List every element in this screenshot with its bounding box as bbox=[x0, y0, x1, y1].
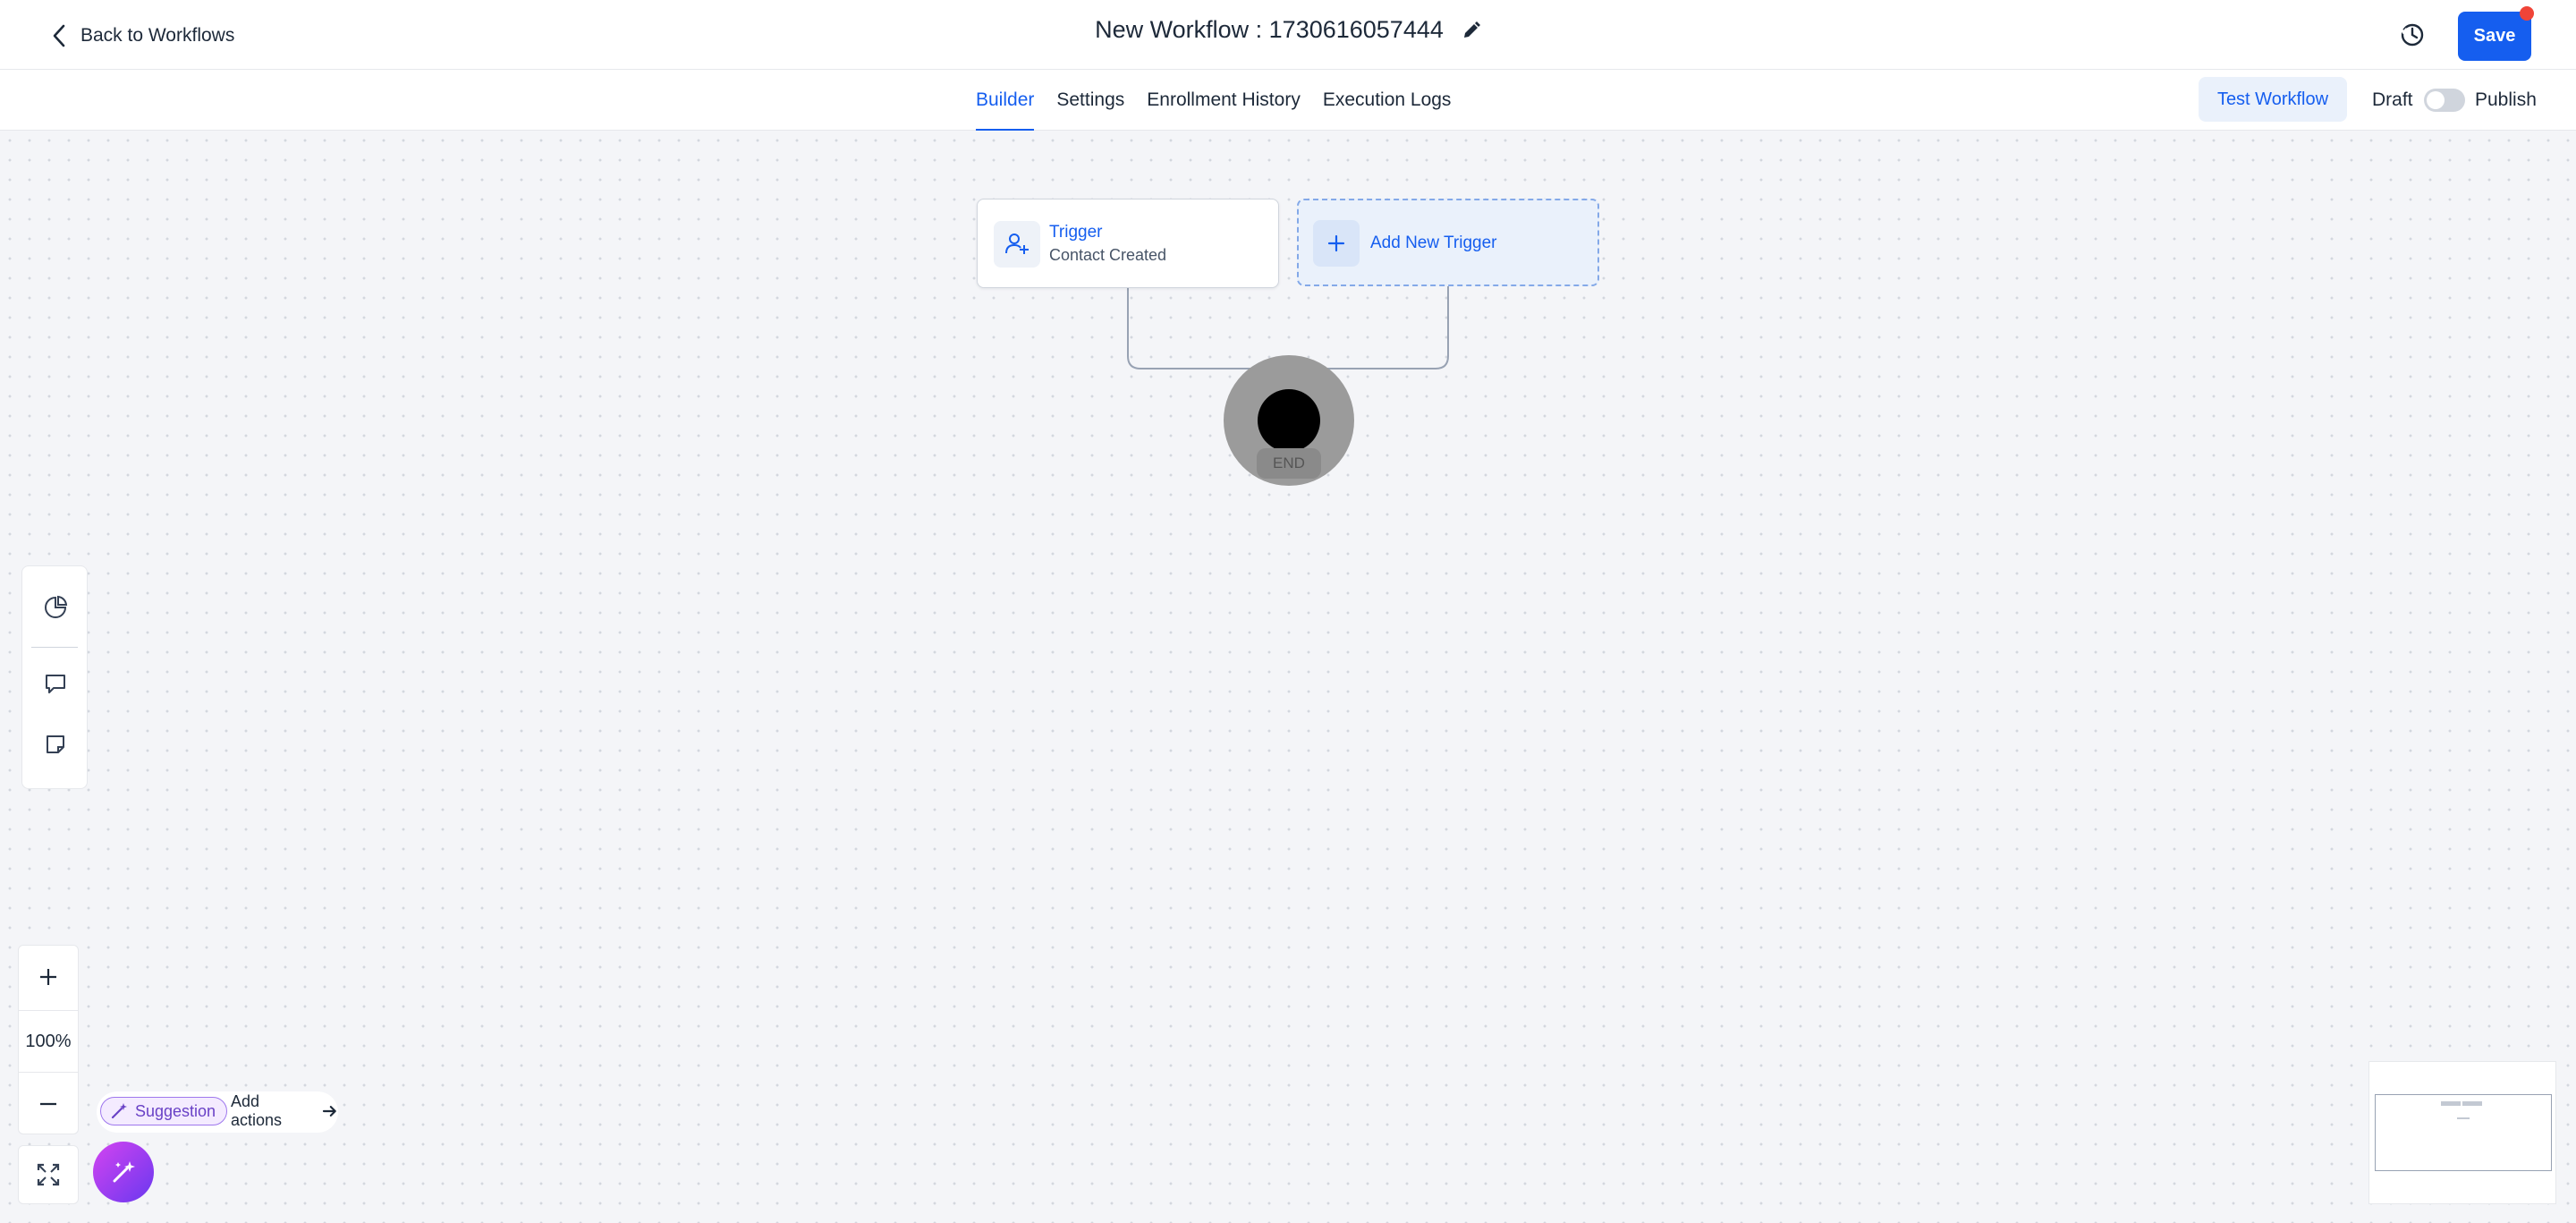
tab-enrollment-history[interactable]: Enrollment History bbox=[1147, 70, 1323, 131]
suggestion-bar: Suggestion Add actions bbox=[97, 1091, 338, 1133]
magic-wand-icon bbox=[113, 1161, 135, 1183]
zoom-level: 100% bbox=[19, 1010, 78, 1073]
suggestion-badge[interactable]: Suggestion bbox=[100, 1097, 228, 1125]
test-workflow-button[interactable]: Test Workflow bbox=[2199, 77, 2347, 122]
tool-divider bbox=[31, 647, 78, 648]
arrow-right-icon bbox=[323, 1106, 337, 1117]
comment-icon[interactable] bbox=[43, 671, 68, 696]
ai-assistant-button[interactable] bbox=[93, 1142, 154, 1202]
minimap-node bbox=[2441, 1101, 2461, 1106]
tab-builder[interactable]: Builder bbox=[976, 70, 1056, 132]
suggestion-label: Suggestion bbox=[135, 1101, 216, 1120]
user-plus-icon bbox=[1005, 234, 1029, 254]
tab-settings[interactable]: Settings bbox=[1056, 70, 1147, 131]
zoom-controls: 100% bbox=[18, 945, 79, 1134]
publish-toggle[interactable] bbox=[2424, 89, 2465, 112]
plus-icon bbox=[1327, 234, 1345, 252]
end-label: END bbox=[1257, 448, 1321, 479]
magic-wand-icon bbox=[111, 1103, 127, 1119]
draft-label: Draft bbox=[2372, 89, 2413, 110]
minimap-node bbox=[2457, 1117, 2470, 1119]
minimap-node bbox=[2462, 1101, 2482, 1106]
tabs-bar: Builder Settings Enrollment History Exec… bbox=[0, 70, 2576, 132]
minus-icon bbox=[40, 1102, 56, 1106]
add-trigger-icon-box bbox=[1313, 220, 1360, 267]
publish-label: Publish bbox=[2475, 89, 2537, 110]
zoom-in-button[interactable] bbox=[19, 946, 78, 1008]
expand-icon bbox=[37, 1163, 60, 1186]
side-toolbar bbox=[21, 565, 88, 789]
title-group: New Workflow : 1730616057444 bbox=[0, 16, 2576, 44]
back-to-workflows-link[interactable]: Back to Workflows bbox=[50, 20, 234, 52]
workflow-title: New Workflow : 1730616057444 bbox=[1095, 16, 1444, 43]
add-actions-label: Add actions bbox=[231, 1092, 283, 1129]
trigger-subtitle: Contact Created bbox=[1049, 246, 1167, 264]
top-header: Back to Workflows New Workflow : 1730616… bbox=[0, 0, 2576, 70]
fit-view-button[interactable] bbox=[18, 1145, 79, 1204]
workflow-canvas[interactable] bbox=[0, 131, 2576, 1223]
tab-list: Builder Settings Enrollment History Exec… bbox=[976, 70, 1474, 132]
end-node-core bbox=[1258, 389, 1320, 452]
save-button[interactable]: Save bbox=[2458, 12, 2531, 61]
pie-chart-icon[interactable] bbox=[43, 595, 68, 620]
add-actions-link[interactable]: Add actions bbox=[231, 1092, 338, 1129]
zoom-out-button[interactable] bbox=[19, 1073, 78, 1135]
plus-icon bbox=[40, 969, 56, 985]
back-label: Back to Workflows bbox=[80, 25, 235, 46]
trigger-icon-box bbox=[994, 221, 1040, 268]
trigger-title: Trigger bbox=[1049, 223, 1103, 242]
toggle-knob bbox=[2427, 91, 2445, 109]
chevron-left-icon bbox=[53, 24, 65, 47]
trigger-node[interactable]: Trigger Contact Created bbox=[977, 199, 1279, 288]
sticky-note-icon[interactable] bbox=[43, 732, 68, 757]
notification-dot bbox=[2520, 6, 2534, 21]
pencil-icon[interactable] bbox=[1462, 21, 1481, 40]
end-node[interactable]: END bbox=[1224, 355, 1354, 486]
minimap[interactable] bbox=[2368, 1061, 2556, 1204]
add-trigger-label: Add New Trigger bbox=[1370, 234, 1497, 252]
history-icon[interactable] bbox=[2397, 20, 2428, 50]
tab-execution-logs[interactable]: Execution Logs bbox=[1323, 70, 1474, 131]
add-new-trigger-node[interactable]: Add New Trigger bbox=[1297, 199, 1599, 286]
